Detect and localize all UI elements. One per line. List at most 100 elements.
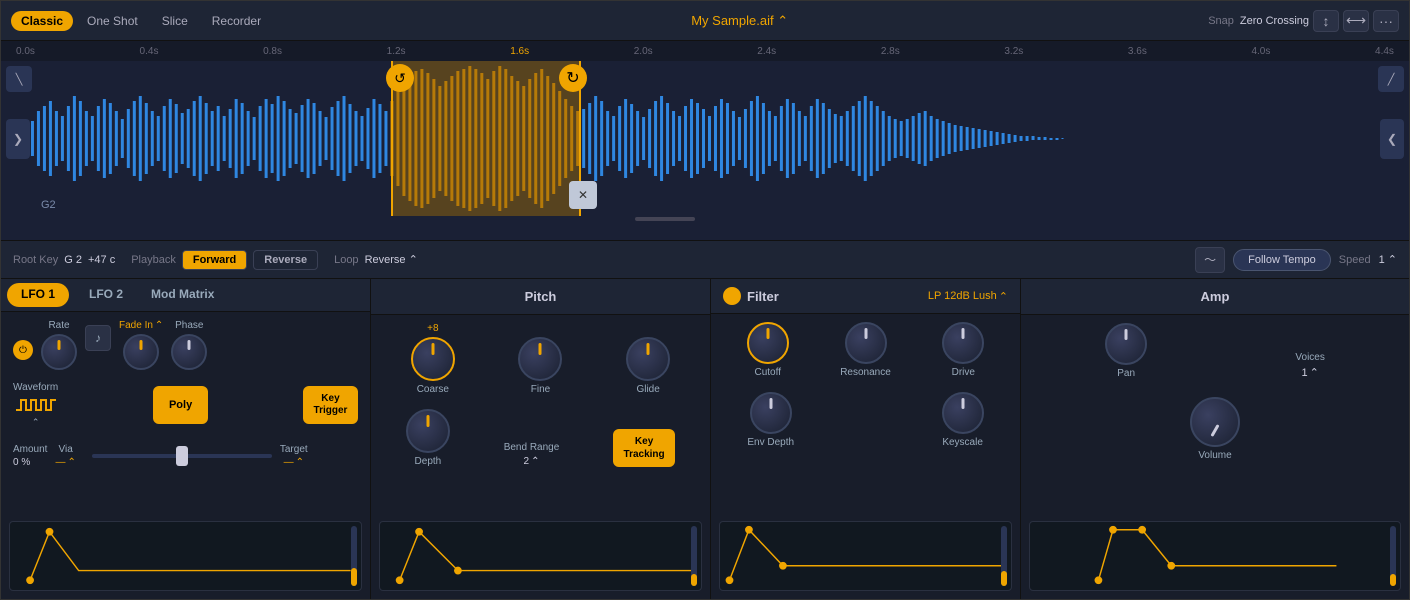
lfo-env-bar[interactable] — [351, 526, 357, 586]
key-trigger-btn[interactable]: KeyTrigger — [303, 386, 358, 424]
coarse-knob[interactable] — [411, 337, 455, 381]
filter-header: Filter LP 12dB Lush ⌃ — [711, 279, 1020, 314]
lfo-tabs: LFO 1 LFO 2 Mod Matrix — [1, 279, 370, 312]
playback-label: Playback — [131, 254, 176, 266]
filter-env-bar[interactable] — [1001, 526, 1007, 586]
pan-knob[interactable] — [1105, 323, 1147, 365]
speed-value[interactable]: 1 ⌃ — [1379, 253, 1397, 266]
via-value[interactable]: — ⌃ — [55, 457, 75, 468]
env-depth-knob[interactable] — [750, 392, 792, 434]
fit-btn[interactable]: ↕ — [1313, 10, 1339, 32]
start-marker[interactable]: ╲ — [6, 66, 32, 92]
drive-knob[interactable] — [942, 322, 984, 364]
scroll-thumb[interactable] — [635, 217, 695, 221]
speed-label: Speed — [1339, 254, 1371, 266]
selection-region[interactable] — [391, 61, 581, 216]
bend-value[interactable]: 2 ⌃ — [524, 456, 540, 467]
nav-right-btn[interactable]: ❮ — [1380, 119, 1404, 159]
app-container: Classic One Shot Slice Recorder My Sampl… — [0, 0, 1410, 600]
mode-oneshot-btn[interactable]: One Shot — [77, 11, 148, 31]
mode-slice-btn[interactable]: Slice — [152, 11, 198, 31]
keyscale-label: Keyscale — [942, 437, 983, 448]
voices-value[interactable]: 1 ⌃ — [1301, 366, 1318, 379]
pitch-env-bar[interactable] — [691, 526, 697, 586]
filter-type-selector[interactable]: LP 12dB Lush ⌃ — [928, 290, 1008, 303]
waveform-display-btn[interactable]: 〜 — [1195, 247, 1225, 273]
pitch-title: Pitch — [371, 279, 710, 315]
lower-section: LFO 1 LFO 2 Mod Matrix ⏻ Rate ♪ Fade In — [1, 279, 1409, 599]
amp-env-bar[interactable] — [1390, 526, 1396, 586]
amp-controls: Pan Voices 1 ⌃ Volume — [1021, 315, 1409, 521]
tab-lfo1[interactable]: LFO 1 — [7, 283, 69, 307]
target-value[interactable]: — ⌃ — [284, 457, 304, 468]
phase-label: Phase — [175, 320, 203, 331]
amount-value: 0 % — [13, 457, 30, 468]
slider-thumb[interactable] — [176, 446, 188, 466]
phase-knob[interactable] — [171, 334, 207, 370]
mode-classic-btn[interactable]: Classic — [11, 11, 73, 31]
reverse-btn[interactable]: Reverse — [253, 250, 318, 270]
volume-knob[interactable] — [1190, 397, 1240, 447]
end-marker[interactable]: ╱ — [1378, 66, 1404, 92]
waveform-svg — [1, 61, 1409, 216]
loop-label: Loop — [334, 254, 358, 266]
fade-knob[interactable] — [123, 334, 159, 370]
lfo-panel: LFO 1 LFO 2 Mod Matrix ⏻ Rate ♪ Fade In — [1, 279, 371, 599]
mode-recorder-btn[interactable]: Recorder — [202, 11, 271, 31]
lfo-power-btn[interactable]: ⏻ — [13, 340, 33, 360]
lfo-row3: Amount 0 % Via — ⌃ — [13, 440, 358, 472]
tab-mod-matrix[interactable]: Mod Matrix — [137, 283, 228, 307]
note-mode-btn[interactable]: ♪ — [85, 325, 111, 351]
rate-knob[interactable] — [41, 334, 77, 370]
timeline-ruler: 0.0s 0.4s 0.8s 1.2s 1.6s 2.0s 2.4s 2.8s … — [1, 41, 1409, 61]
pitch-row2: Depth Bend Range 2 ⌃ KeyTracking — [383, 409, 698, 467]
coarse-label: Coarse — [417, 384, 449, 395]
loop-group: Loop Reverse ⌃ — [334, 253, 418, 266]
scroll-indicator — [1, 216, 1409, 222]
root-key-cents: +47 c — [88, 254, 115, 266]
amp-row1: Pan Voices 1 ⌃ — [1031, 323, 1399, 379]
forward-btn[interactable]: Forward — [182, 250, 247, 270]
close-marker[interactable]: ✕ — [569, 181, 597, 209]
nav-left-btn[interactable]: ❯ — [6, 119, 30, 159]
poly-btn[interactable]: Poly — [153, 386, 208, 424]
waveform-shape-icon — [16, 395, 56, 415]
resonance-group: Resonance — [840, 322, 891, 378]
lfo-env-display — [9, 521, 362, 591]
right-controls: 〜 Follow Tempo Speed 1 ⌃ — [1195, 247, 1397, 273]
voices-label: Voices — [1295, 352, 1324, 363]
ruler-marks: 0.0s 0.4s 0.8s 1.2s 1.6s 2.0s 2.4s 2.8s … — [11, 46, 1399, 57]
follow-tempo-btn[interactable]: Follow Tempo — [1233, 249, 1331, 271]
lfo-env-svg — [10, 522, 361, 590]
cutoff-knob[interactable] — [747, 322, 789, 364]
resonance-knob[interactable] — [845, 322, 887, 364]
env-depth-label: Env Depth — [747, 437, 794, 448]
root-key-note: G 2 — [64, 254, 82, 266]
fine-group: Fine — [518, 337, 562, 395]
filter-power-btn[interactable] — [723, 287, 741, 305]
amount-slider[interactable] — [92, 446, 272, 466]
loop-value[interactable]: Reverse ⌃ — [365, 253, 418, 266]
bend-range-label: Bend Range — [504, 442, 560, 453]
fine-label: Fine — [531, 384, 550, 395]
lfo-row1: ⏻ Rate ♪ Fade In ⌃ Phase — [13, 320, 358, 370]
loop-end-handle[interactable]: ↻ — [559, 64, 587, 92]
keyscale-knob[interactable] — [942, 392, 984, 434]
tab-lfo2[interactable]: LFO 2 — [75, 283, 137, 307]
more-btn[interactable]: ··· — [1373, 10, 1399, 32]
cutoff-label: Cutoff — [754, 367, 781, 378]
root-key-label: Root Key — [13, 254, 58, 266]
glide-knob[interactable] — [626, 337, 670, 381]
zoom-btn[interactable]: ⟷ — [1343, 10, 1369, 32]
loop-start-handle[interactable]: ↺ — [386, 64, 414, 92]
snap-value[interactable]: Zero Crossing — [1240, 15, 1309, 27]
controls-bar: Root Key G 2 +47 c Playback Forward Reve… — [1, 241, 1409, 279]
depth-knob[interactable] — [406, 409, 450, 453]
pitch-panel: Pitch +8 Coarse Fine Glide — [371, 279, 711, 599]
fine-knob[interactable] — [518, 337, 562, 381]
rate-group: Rate — [41, 320, 77, 370]
waveform-selector[interactable]: Waveform ⌃ — [13, 382, 58, 428]
lfo-row2: Waveform ⌃ Poly KeyTrigger — [13, 378, 358, 432]
rate-label: Rate — [48, 320, 69, 331]
key-tracking-btn[interactable]: KeyTracking — [613, 429, 675, 467]
